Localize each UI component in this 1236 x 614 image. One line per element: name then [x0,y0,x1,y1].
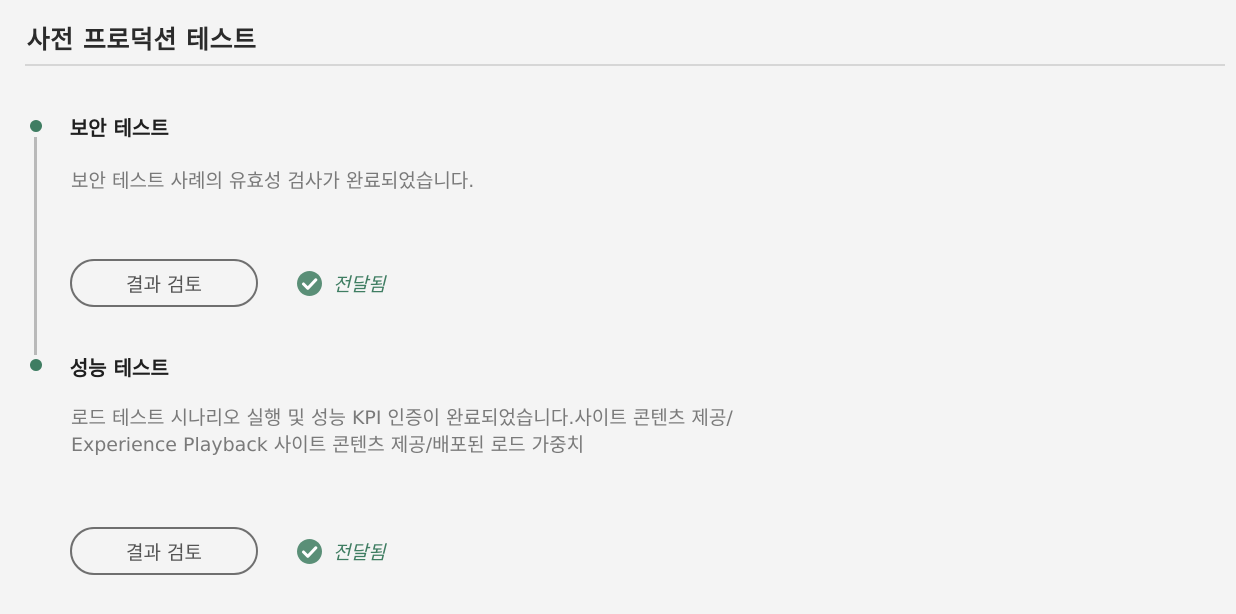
description-line: Experience Playback 사이트 콘텐츠 제공/배포된 로드 가중… [71,434,585,456]
check-circle-icon [297,271,322,296]
timeline-line [34,137,37,355]
description-line: 보안 테스트 사례의 유효성 검사가 완료되었습니다. [71,170,475,192]
step-description-performance: 로드 테스트 시나리오 실행 및 성능 KPI 인증이 완료되었습니다.사이트 … [71,405,733,459]
status-security: 전달됨 [297,270,385,297]
step-title-security: 보안 테스트 [70,116,169,140]
status-label: 전달됨 [333,542,386,564]
timeline-dot-performance [30,359,42,371]
step-description-security: 보안 테스트 사례의 유효성 검사가 완료되었습니다. [71,168,474,195]
page-title: 사전 프로덕션 테스트 [27,25,257,54]
timeline-dot-security [30,120,42,132]
step-title-performance: 성능 테스트 [70,356,169,380]
review-results-button-security[interactable]: 결과 검토 [70,259,258,307]
title-divider [25,64,1225,66]
status-label: 전달됨 [333,274,386,296]
description-line: 로드 테스트 시나리오 실행 및 성능 KPI 인증이 완료되었습니다.사이트 … [71,407,733,429]
check-circle-icon [297,539,322,564]
review-results-button-performance[interactable]: 결과 검토 [70,527,258,575]
status-performance: 전달됨 [297,538,385,565]
